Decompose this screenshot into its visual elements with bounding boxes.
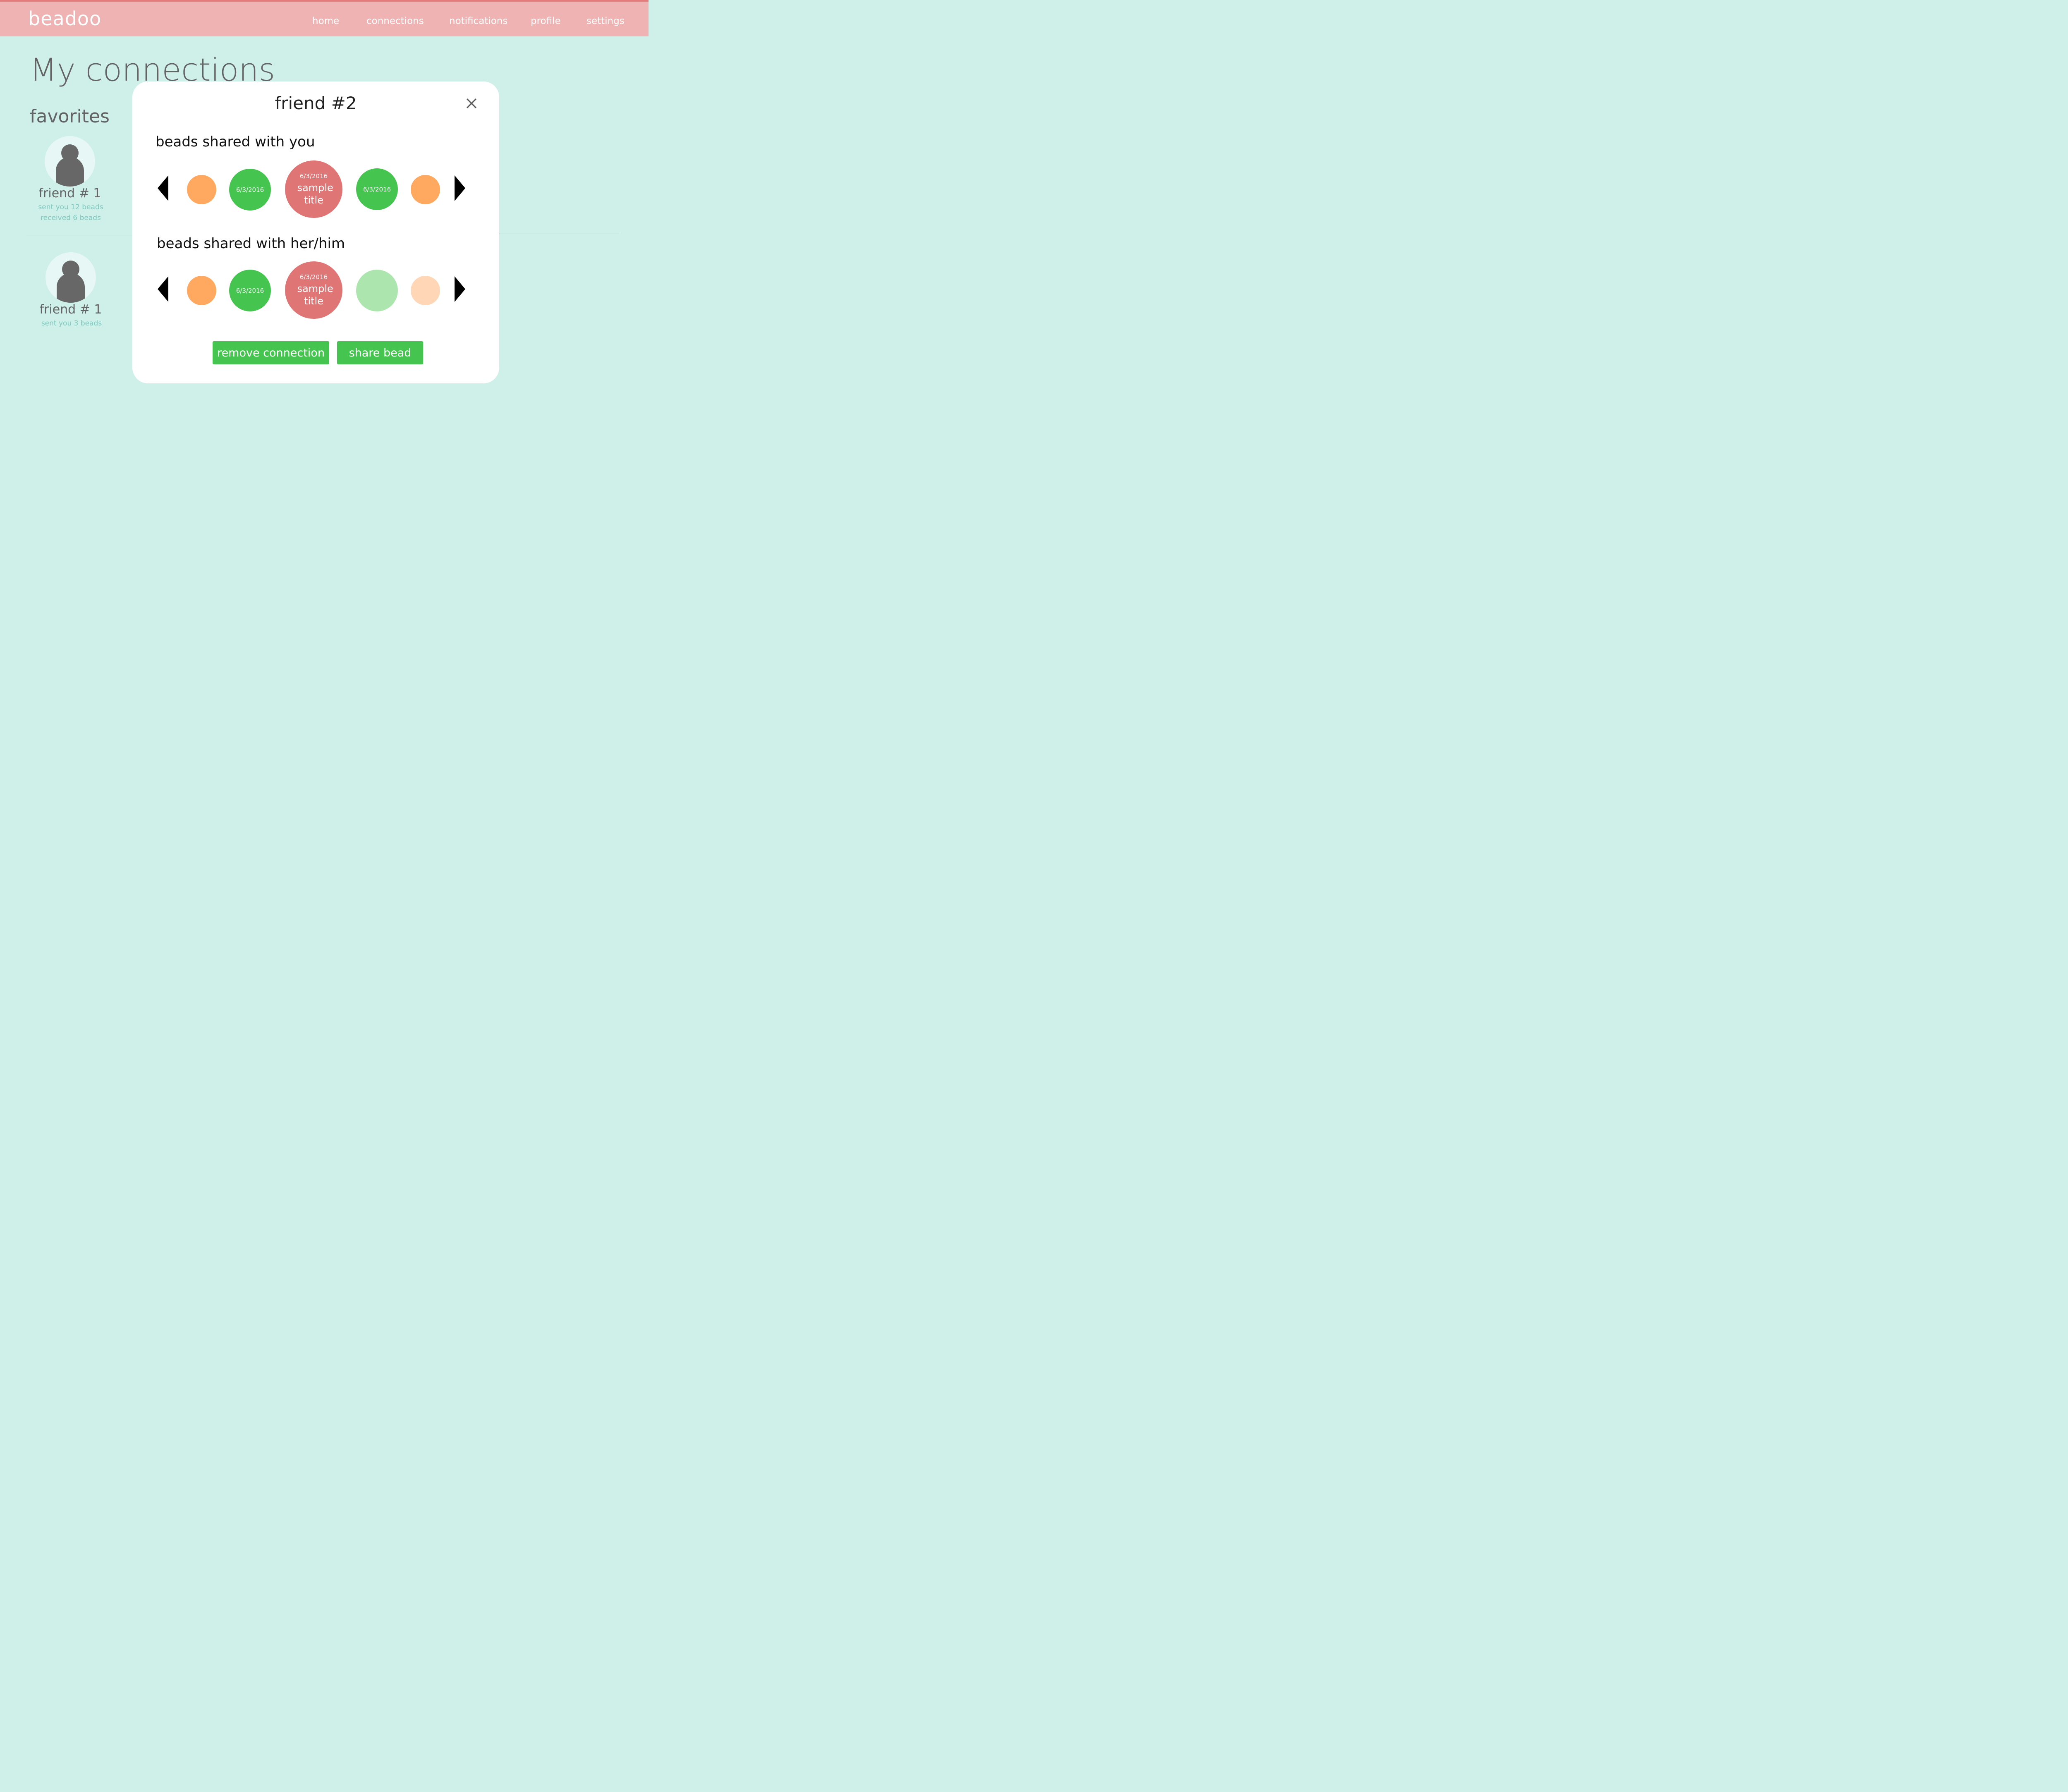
prev-arrow-icon[interactable] [158, 276, 168, 302]
friend-detail-modal: friend #2 beads shared with you 6/3/2016… [132, 81, 499, 383]
person-body-icon [57, 273, 85, 303]
app-logo[interactable]: beadoo [28, 7, 101, 30]
next-arrow-icon[interactable] [455, 175, 465, 201]
nav-settings[interactable]: settings [586, 16, 625, 26]
bead-date: 6/3/2016 [236, 186, 264, 194]
selected-bead[interactable]: 6/3/2016 sample title [285, 160, 342, 218]
bead-date: 6/3/2016 [299, 273, 328, 281]
person-body-icon [56, 157, 84, 187]
modal-title: friend #2 [275, 93, 357, 113]
bead[interactable] [356, 270, 398, 311]
beads-received-heading: beads shared with you [156, 134, 315, 150]
friend-received-count: received 6 beads [41, 214, 101, 222]
bead-title: sample title [297, 182, 333, 206]
nav-home[interactable]: home [312, 16, 339, 26]
prev-arrow-icon[interactable] [158, 175, 168, 201]
nav-profile[interactable]: profile [531, 16, 561, 26]
bead-date: 6/3/2016 [363, 185, 391, 193]
top-nav-bar: beadoo home connections notifications pr… [0, 0, 649, 36]
bead[interactable]: 6/3/2016 [356, 168, 398, 210]
friend-avatar[interactable] [45, 136, 95, 187]
nav-connections[interactable]: connections [366, 16, 424, 26]
share-bead-button[interactable]: share bead [337, 341, 423, 364]
friend-sent-count: sent you 3 beads [41, 319, 102, 328]
friend-name[interactable]: friend # 1 [29, 302, 112, 317]
nav-notifications[interactable]: notifications [449, 16, 507, 26]
bead[interactable] [187, 175, 216, 204]
selected-bead[interactable]: 6/3/2016 sample title [285, 261, 342, 319]
favorites-heading: favorites [30, 106, 110, 127]
friend-sent-count: sent you 12 beads [38, 203, 103, 211]
bead-date: 6/3/2016 [236, 287, 264, 294]
beads-sent-heading: beads shared with her/him [157, 235, 345, 252]
bead[interactable]: 6/3/2016 [229, 270, 271, 311]
bead[interactable] [411, 175, 440, 204]
bead-title: sample title [297, 282, 333, 307]
friend-avatar[interactable] [45, 252, 96, 303]
friend-name[interactable]: friend # 1 [29, 186, 111, 201]
next-arrow-icon[interactable] [455, 276, 465, 302]
close-icon[interactable] [464, 96, 479, 110]
bead[interactable] [411, 276, 440, 305]
bead-date: 6/3/2016 [299, 172, 328, 180]
remove-connection-button[interactable]: remove connection [213, 341, 329, 364]
bead[interactable] [187, 276, 216, 305]
bead[interactable]: 6/3/2016 [229, 169, 271, 211]
